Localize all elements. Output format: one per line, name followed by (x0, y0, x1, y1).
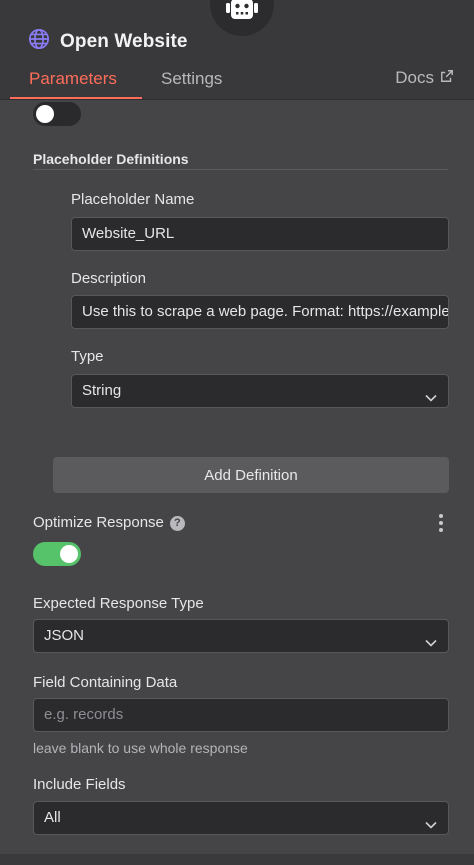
chevron-down-icon (424, 812, 438, 834)
expected-response-type-value: JSON (44, 627, 85, 644)
description-label: Description (71, 270, 147, 287)
docs-link[interactable]: Docs (395, 68, 454, 88)
tabs-divider (0, 99, 474, 100)
help-icon[interactable]: ? (169, 515, 185, 531)
optimize-response-text: Optimize Response (33, 514, 164, 531)
optimize-response-toggle[interactable] (33, 542, 81, 566)
tab-bar: Parameters Settings Docs (0, 68, 474, 100)
canvas-background (0, 854, 474, 865)
title-row: Open Website (28, 28, 188, 55)
field-containing-data-hint: leave blank to use whole response (33, 740, 248, 756)
include-fields-value: All (44, 809, 61, 826)
type-select[interactable]: String (71, 374, 449, 408)
external-link-icon (440, 68, 454, 88)
expected-response-type-label: Expected Response Type (33, 595, 204, 612)
chevron-down-icon (424, 630, 438, 652)
field-containing-data-label: Field Containing Data (33, 674, 178, 691)
section-divider (33, 169, 448, 170)
node-panel: Open Website Parameters Settings Docs Pl… (0, 0, 474, 865)
type-label: Type (71, 348, 104, 365)
expected-response-type-select[interactable]: JSON (33, 619, 449, 653)
node-title: Open Website (60, 30, 188, 52)
include-fields-label: Include Fields (33, 776, 126, 793)
tab-parameters[interactable]: Parameters (29, 68, 117, 100)
toggle-knob (60, 545, 78, 563)
placeholder-name-input[interactable]: Website_URL (71, 217, 449, 251)
placeholder-definitions-title: Placeholder Definitions (33, 151, 189, 167)
optimize-response-label: Optimize Response? (33, 514, 185, 531)
include-fields-select[interactable]: All (33, 801, 449, 835)
robot-icon (225, 0, 259, 28)
description-input[interactable]: Use this to scrape a web page. Format: h… (71, 295, 449, 329)
top-toggle[interactable] (33, 102, 81, 126)
chevron-down-icon (424, 385, 438, 407)
docs-label: Docs (395, 68, 434, 87)
field-containing-data-input[interactable]: e.g. records (33, 698, 449, 732)
type-select-value: String (82, 382, 122, 399)
toggle-knob (36, 105, 54, 123)
placeholder-name-label: Placeholder Name (71, 191, 195, 208)
tab-settings[interactable]: Settings (161, 68, 222, 100)
add-definition-button[interactable]: Add Definition (53, 457, 449, 493)
globe-icon (28, 28, 50, 55)
kebab-icon[interactable] (439, 514, 443, 532)
